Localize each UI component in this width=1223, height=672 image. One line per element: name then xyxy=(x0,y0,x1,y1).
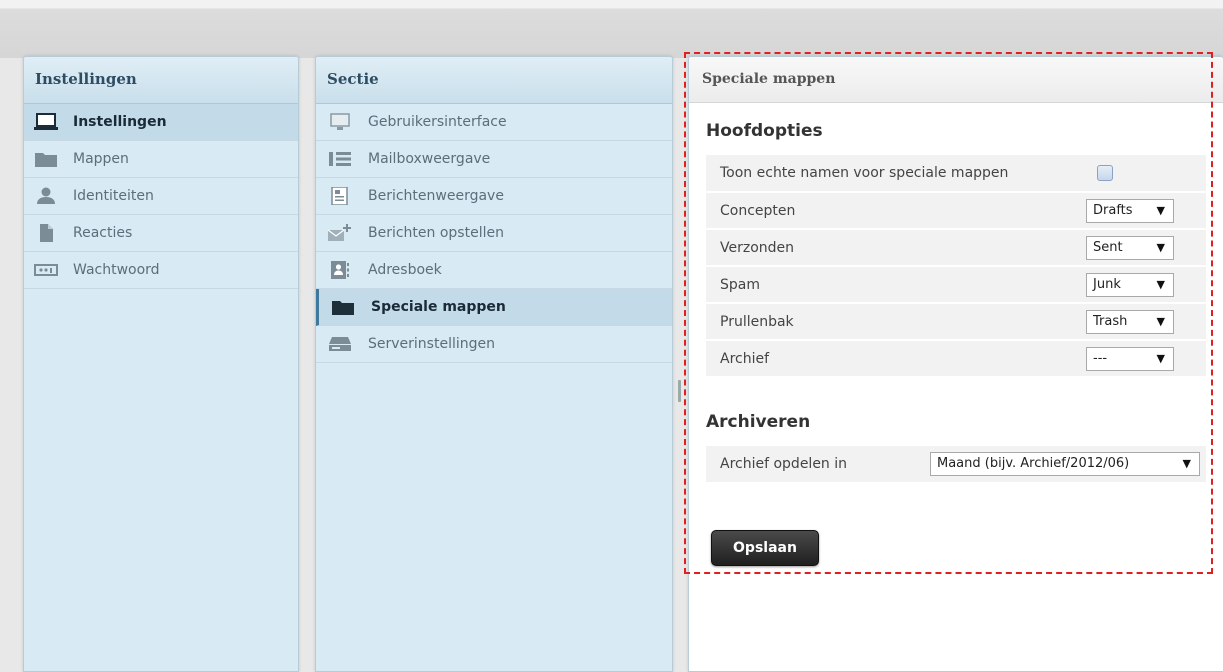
section-panel-title: Sectie xyxy=(316,57,672,104)
content-panel: Speciale mappen Hoofdopties Toon echte n… xyxy=(688,56,1223,672)
select-value: Junk xyxy=(1093,276,1121,292)
archive-heading: Archiveren xyxy=(706,412,811,432)
junk-folder-select[interactable]: Junk ▼ xyxy=(1086,272,1174,297)
section-item-berichten-opstellen[interactable]: Berichten opstellen xyxy=(316,215,672,252)
section-item-serverinstellingen[interactable]: Serverinstellingen xyxy=(316,326,672,363)
select-value: Trash xyxy=(1093,313,1128,329)
settings-panel: Instellingen Instellingen Mappen Identit… xyxy=(23,56,299,672)
save-button[interactable]: Opslaan xyxy=(711,530,819,566)
archive-options-table: Archief opdelen in Maand (bijv. Archief/… xyxy=(706,446,1206,484)
option-row: Archief --- ▼ xyxy=(706,340,1206,378)
settings-item-reacties[interactable]: Reacties xyxy=(24,215,298,252)
section-item-speciale-mappen[interactable]: Speciale mappen xyxy=(316,289,672,326)
top-band xyxy=(0,0,1223,58)
laptop-icon xyxy=(34,113,58,130)
section-item-mailboxweergave[interactable]: Mailboxweergave xyxy=(316,141,672,178)
section-item-label: Adresboek xyxy=(368,262,442,278)
settings-item-instellingen[interactable]: Instellingen xyxy=(24,104,298,141)
section-item-label: Gebruikersinterface xyxy=(368,114,507,130)
select-value: Maand (bijv. Archief/2012/06) xyxy=(937,456,1130,471)
section-panel: Sectie Gebruikersinterface Mailboxweerga… xyxy=(315,56,673,672)
section-item-label: Berichten opstellen xyxy=(368,225,504,241)
section-item-label: Berichtenweergave xyxy=(368,188,504,204)
section-item-berichtenweergave[interactable]: Berichtenweergave xyxy=(316,178,672,215)
section-item-label: Serverinstellingen xyxy=(368,336,495,352)
option-row: Archief opdelen in Maand (bijv. Archief/… xyxy=(706,446,1206,484)
settings-item-label: Reacties xyxy=(73,225,133,241)
settings-item-label: Instellingen xyxy=(73,114,167,130)
dropdown-arrow-icon: ▼ xyxy=(1156,277,1165,291)
list-icon xyxy=(329,152,351,166)
option-row: Toon echte namen voor speciale mappen xyxy=(706,155,1206,193)
sent-folder-select[interactable]: Sent ▼ xyxy=(1086,235,1174,260)
select-value: Sent xyxy=(1093,239,1123,255)
drafts-folder-select[interactable]: Drafts ▼ xyxy=(1086,198,1174,223)
folder-icon xyxy=(332,301,354,315)
option-row: Prullenbak Trash ▼ xyxy=(706,303,1206,341)
folder-icon xyxy=(35,153,57,167)
document-icon xyxy=(40,224,53,242)
section-item-label: Mailboxweergave xyxy=(368,151,491,167)
select-value: --- xyxy=(1093,350,1108,366)
select-value: Drafts xyxy=(1093,202,1133,218)
content-panel-title: Speciale mappen xyxy=(689,57,1223,103)
password-icon xyxy=(34,264,58,276)
main-options-table: Toon echte namen voor speciale mappen Co… xyxy=(706,155,1206,378)
show-real-names-checkbox[interactable] xyxy=(1097,165,1113,181)
settings-item-identiteiten[interactable]: Identiteiten xyxy=(24,178,298,215)
option-label: Prullenbak xyxy=(706,303,1086,341)
settings-item-mappen[interactable]: Mappen xyxy=(24,141,298,178)
archive-folder-select[interactable]: --- ▼ xyxy=(1086,346,1174,371)
addressbook-icon xyxy=(331,261,349,279)
trash-folder-select[interactable]: Trash ▼ xyxy=(1086,309,1174,334)
option-row: Concepten Drafts ▼ xyxy=(706,192,1206,230)
server-icon xyxy=(329,337,351,351)
settings-item-label: Identiteiten xyxy=(73,188,154,204)
option-label: Spam xyxy=(706,266,1086,304)
archive-split-select[interactable]: Maand (bijv. Archief/2012/06) ▼ xyxy=(930,452,1200,476)
monitor-icon xyxy=(330,113,350,130)
option-label: Toon echte namen voor speciale mappen xyxy=(706,155,1086,193)
option-label: Archief opdelen in xyxy=(706,446,946,484)
user-icon xyxy=(37,187,55,204)
settings-item-label: Mappen xyxy=(73,151,129,167)
panel-splitter[interactable] xyxy=(678,380,681,402)
settings-item-wachtwoord[interactable]: Wachtwoord xyxy=(24,252,298,289)
dropdown-arrow-icon: ▼ xyxy=(1156,240,1165,254)
dropdown-arrow-icon: ▼ xyxy=(1182,457,1191,470)
main-options-heading: Hoofdopties xyxy=(706,121,823,141)
section-item-label: Speciale mappen xyxy=(371,299,506,315)
option-label: Verzonden xyxy=(706,229,1086,267)
dropdown-arrow-icon: ▼ xyxy=(1156,314,1165,328)
section-item-adresboek[interactable]: Adresboek xyxy=(316,252,672,289)
compose-icon xyxy=(328,224,351,241)
option-label: Archief xyxy=(706,340,1086,378)
dropdown-arrow-icon: ▼ xyxy=(1156,351,1165,365)
message-view-icon xyxy=(331,187,348,205)
section-item-gebruikersinterface[interactable]: Gebruikersinterface xyxy=(316,104,672,141)
settings-item-label: Wachtwoord xyxy=(73,262,160,278)
settings-panel-title: Instellingen xyxy=(24,57,298,104)
dropdown-arrow-icon: ▼ xyxy=(1156,203,1165,217)
option-row: Verzonden Sent ▼ xyxy=(706,229,1206,267)
option-row: Spam Junk ▼ xyxy=(706,266,1206,304)
option-label: Concepten xyxy=(706,192,1086,230)
